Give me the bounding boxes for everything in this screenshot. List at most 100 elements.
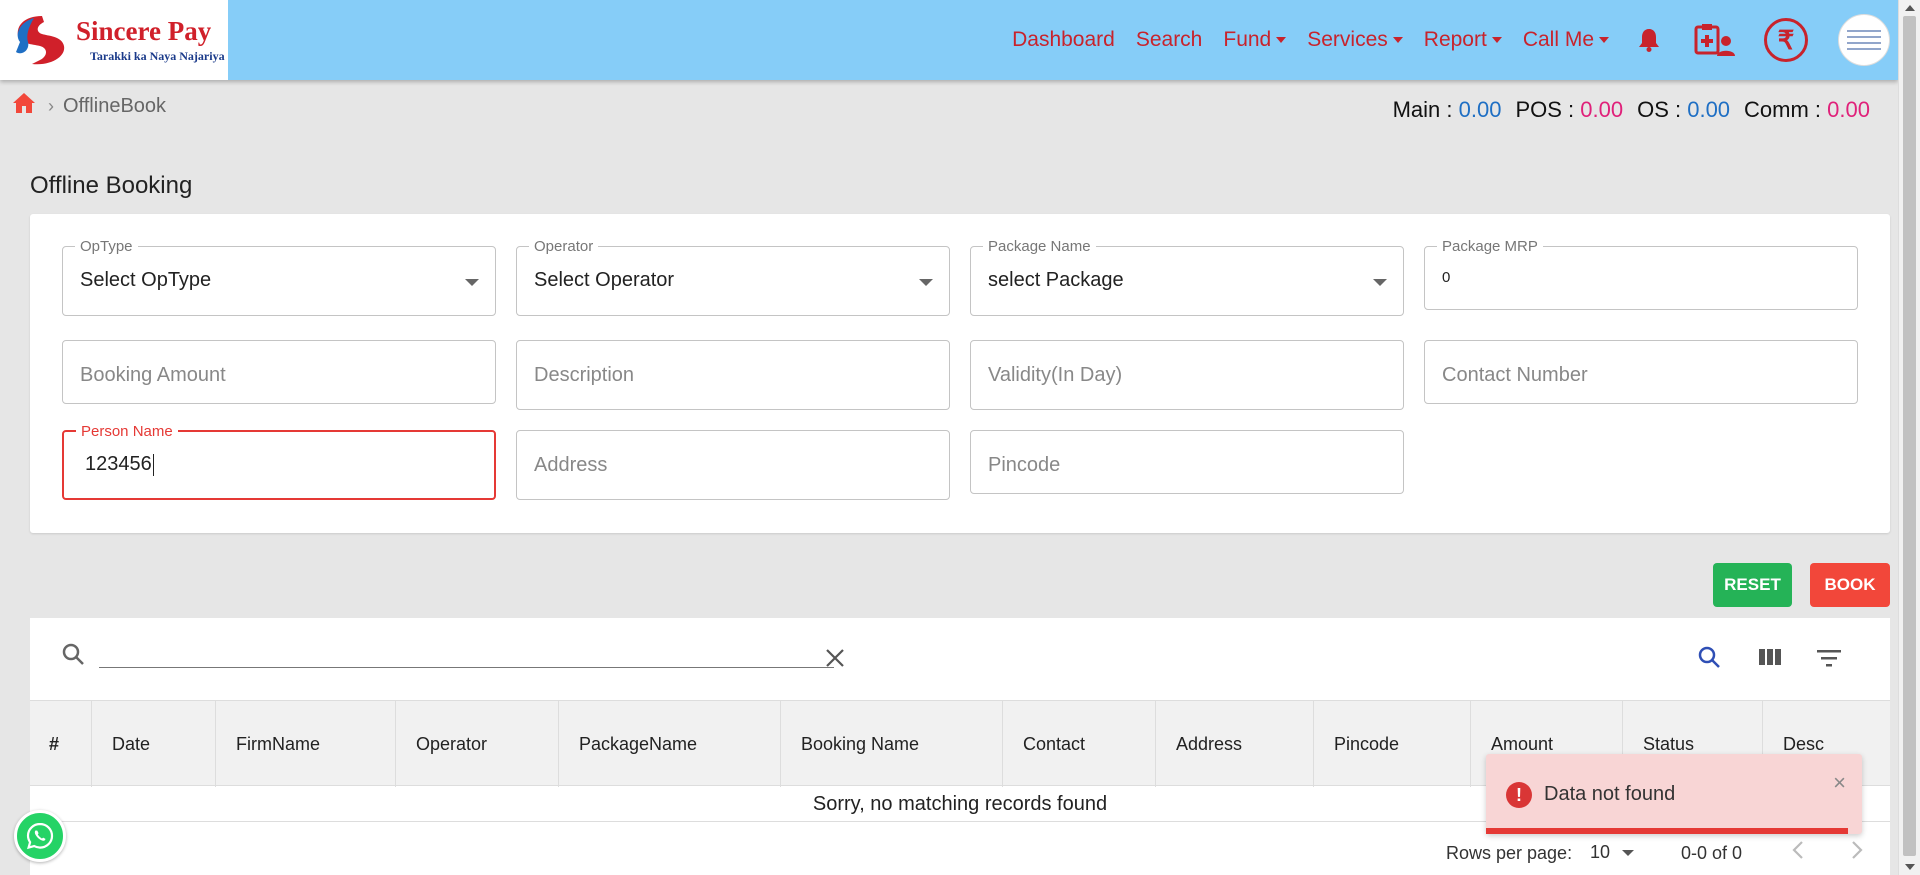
optype-label: OpType — [75, 238, 138, 255]
nav-dashboard-label: Dashboard — [1012, 28, 1115, 51]
person-name-value: 123456 — [85, 453, 152, 475]
optype-value: Select OpType — [80, 269, 212, 291]
pincode-field[interactable]: Pincode — [970, 430, 1404, 494]
address-field[interactable]: Address — [516, 430, 950, 500]
column-header[interactable]: # — [30, 701, 92, 787]
view-columns-icon[interactable] — [1758, 648, 1782, 671]
home-icon[interactable] — [12, 92, 36, 120]
package-mrp-field[interactable]: Package MRP 0 — [1424, 238, 1858, 310]
brand-logo[interactable]: Sincere Pay Tarakki ka Naya Najariya — [0, 0, 228, 80]
person-name-field[interactable]: Person Name 123456 — [62, 423, 496, 500]
package-name-label: Package Name — [983, 238, 1096, 255]
column-header[interactable]: PackageName — [559, 701, 781, 787]
page-title: Offline Booking — [30, 172, 193, 199]
page-scrollbar[interactable] — [1898, 0, 1920, 875]
search-underline — [99, 667, 834, 668]
booking-amount-field[interactable]: Booking Amount — [62, 340, 496, 404]
dropdown-arrow-icon — [1622, 849, 1635, 856]
comm-balance-value: 0.00 — [1827, 97, 1870, 122]
breadcrumb: › OfflineBook — [12, 92, 166, 120]
bell-icon[interactable] — [1638, 28, 1660, 52]
reset-button[interactable]: RESET — [1713, 563, 1792, 607]
whatsapp-icon[interactable] — [14, 810, 66, 862]
caret-down-icon — [1491, 37, 1502, 43]
brand-name: Sincere Pay — [76, 15, 212, 46]
dropdown-arrow-icon — [919, 279, 933, 286]
bookings-table-card: # Date FirmName Operator PackageName Boo… — [30, 618, 1890, 875]
rupee-icon[interactable]: ₹ — [1764, 18, 1808, 62]
validity-placeholder: Validity(In Day) — [988, 364, 1123, 386]
top-navbar: Sincere Pay Tarakki ka Naya Najariya Das… — [0, 0, 1898, 80]
description-placeholder: Description — [534, 364, 635, 386]
description-field[interactable]: Description — [516, 340, 950, 410]
column-header[interactable]: Date — [92, 701, 216, 787]
scroll-up-icon[interactable] — [1905, 5, 1915, 11]
pincode-placeholder: Pincode — [988, 454, 1061, 476]
breadcrumb-current: OfflineBook — [63, 94, 167, 117]
breadcrumb-separator: › — [48, 95, 54, 116]
person-name-input-wrap: 123456 — [85, 453, 154, 476]
column-header[interactable]: Booking Name — [781, 701, 1003, 787]
nav-report-label: Report — [1423, 28, 1487, 51]
os-balance-label: OS : — [1637, 97, 1682, 122]
nav-fund[interactable]: Fund — [1223, 28, 1287, 52]
nav-fund-label: Fund — [1223, 28, 1272, 51]
contact-number-placeholder: Contact Number — [1442, 364, 1588, 386]
main-nav: Dashboard Search Fund Services Report Ca… — [1012, 0, 1898, 80]
package-name-value: select Package — [988, 269, 1124, 291]
main-balance-value: 0.00 — [1458, 97, 1502, 122]
next-page-icon[interactable] — [1850, 840, 1864, 865]
table-search-input[interactable] — [99, 640, 834, 666]
person-name-label: Person Name — [76, 423, 178, 440]
brand-tagline: Tarakki ka Naya Najariya — [90, 48, 225, 63]
pagination-range: 0-0 of 0 — [1681, 843, 1743, 863]
booking-form-card: OpType Select OpType Operator Select Ope… — [30, 214, 1890, 533]
contact-number-field[interactable]: Contact Number — [1424, 340, 1858, 404]
previous-page-icon[interactable] — [1791, 840, 1805, 865]
column-header[interactable]: Address — [1156, 701, 1314, 787]
optype-select[interactable]: OpType Select OpType — [62, 238, 496, 316]
operator-value: Select Operator — [534, 269, 675, 291]
nav-search[interactable]: Search — [1136, 28, 1203, 52]
nav-services[interactable]: Services — [1307, 28, 1403, 52]
operator-label: Operator — [529, 238, 599, 255]
caret-down-icon — [1276, 37, 1287, 43]
caret-down-icon — [1392, 37, 1403, 43]
logo-mark-icon — [12, 12, 70, 68]
column-header[interactable]: Contact — [1003, 701, 1156, 787]
column-header[interactable]: FirmName — [216, 701, 396, 787]
error-toast: ! Data not found × — [1486, 754, 1862, 834]
package-name-select[interactable]: Package Name select Package — [970, 238, 1404, 316]
rows-per-page-label: Rows per page: — [1446, 843, 1573, 863]
close-icon[interactable]: × — [1833, 770, 1846, 796]
scroll-down-icon[interactable] — [1905, 864, 1915, 870]
nav-call-me[interactable]: Call Me — [1523, 28, 1609, 52]
book-button[interactable]: BOOK — [1810, 563, 1890, 607]
dropdown-arrow-icon — [465, 279, 479, 286]
nav-dashboard[interactable]: Dashboard — [1012, 28, 1115, 52]
filter-icon[interactable] — [1817, 650, 1841, 673]
nav-services-label: Services — [1307, 28, 1388, 51]
dropdown-arrow-icon — [1373, 279, 1387, 286]
user-medical-icon[interactable] — [1694, 23, 1736, 57]
address-placeholder: Address — [534, 454, 608, 476]
error-icon: ! — [1506, 782, 1532, 808]
text-cursor — [152, 453, 154, 476]
rows-per-page-select[interactable]: 10 — [1590, 842, 1635, 863]
search-icon — [61, 642, 85, 671]
scrollbar-thumb[interactable] — [1903, 16, 1916, 856]
package-mrp-label: Package MRP — [1437, 238, 1543, 255]
column-header[interactable]: Operator — [396, 701, 559, 787]
booking-amount-placeholder: Booking Amount — [80, 364, 226, 386]
search-toggle-icon[interactable] — [1697, 645, 1721, 674]
toast-progress-bar — [1486, 828, 1848, 834]
nav-report[interactable]: Report — [1424, 28, 1502, 52]
rows-per-page-value: 10 — [1590, 842, 1611, 862]
column-header[interactable]: Pincode — [1314, 701, 1471, 787]
main-balance-label: Main : — [1392, 97, 1453, 122]
operator-select[interactable]: Operator Select Operator — [516, 238, 950, 316]
clear-search-icon[interactable] — [825, 648, 845, 673]
validity-field[interactable]: Validity(In Day) — [970, 340, 1404, 410]
avatar[interactable] — [1838, 14, 1890, 66]
comm-balance-label: Comm : — [1744, 97, 1822, 122]
